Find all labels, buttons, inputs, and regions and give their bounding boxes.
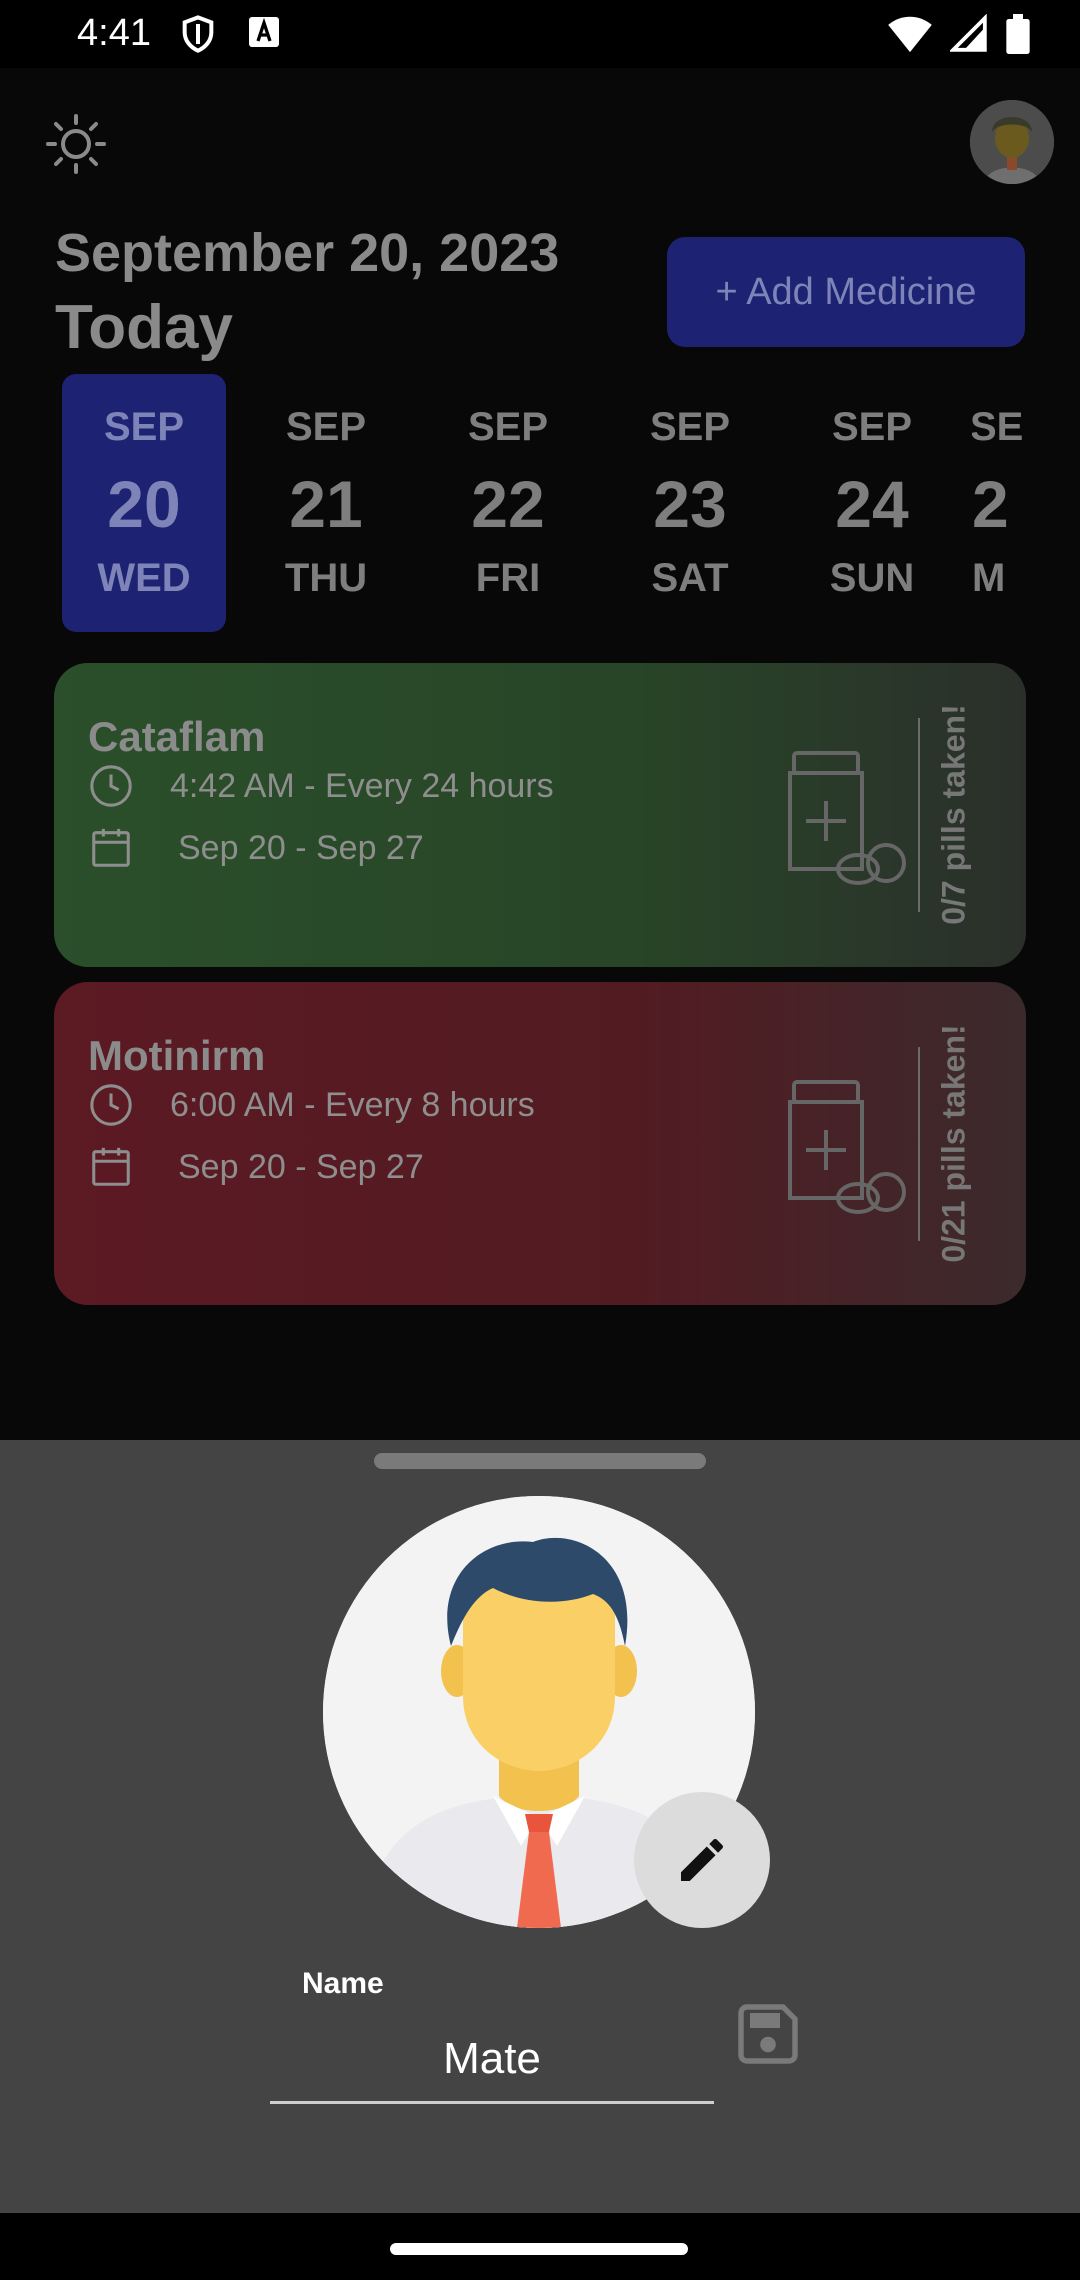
avatar-image (970, 100, 1054, 184)
medicine-date-range: Sep 20 - Sep 27 (178, 828, 424, 867)
name-input[interactable] (270, 2016, 714, 2104)
day-item-23[interactable]: SEP 23 SAT (608, 374, 772, 632)
medicine-schedule-row: 6:00 AM - Every 8 hours (88, 1082, 535, 1128)
pills-taken-status: 0/7 pills taken! (935, 704, 972, 925)
shield-icon (182, 15, 214, 53)
day-weekday: WED (97, 556, 191, 600)
day-weekday: FRI (475, 556, 541, 600)
day-month: SEP (649, 405, 731, 449)
status-time: 4:41 (77, 12, 151, 54)
medicine-range-row: Sep 20 - Sep 27 (88, 1144, 424, 1190)
status-bar: 4:41 (0, 0, 1080, 68)
day-weekday: THU (284, 556, 368, 600)
home-gesture-handle[interactable] (390, 2243, 688, 2255)
medicine-name: Motinirm (88, 1032, 266, 1079)
day-month: SEP (103, 405, 185, 449)
medicine-schedule: 6:00 AM - Every 8 hours (170, 1085, 535, 1124)
system-navigation-bar (0, 2213, 1080, 2280)
calendar-icon (92, 1147, 130, 1186)
medicine-date-range: Sep 20 - Sep 27 (178, 1147, 424, 1186)
day-month: SEP (831, 405, 913, 449)
signal-icon (950, 14, 987, 52)
day-number: 21 (289, 467, 363, 541)
medicine-card[interactable]: Motinirm 6:00 AM - Every 8 hours Sep 20 … (54, 982, 1026, 1305)
page-title: Today (55, 293, 233, 362)
day-month: SEP (285, 405, 367, 449)
avatar[interactable] (970, 100, 1054, 184)
day-weekday: SUN (829, 556, 915, 600)
save-button[interactable] (732, 1998, 804, 2070)
sun-icon (46, 114, 106, 174)
medicine-range-row: Sep 20 - Sep 27 (88, 825, 424, 871)
day-item-20[interactable]: SEP 20 WED (62, 374, 226, 632)
pill-bottle-icon (788, 751, 906, 885)
name-label: Name (302, 1967, 384, 2000)
wifi-icon (888, 16, 932, 53)
clock-icon (90, 1084, 132, 1126)
add-medicine-button[interactable]: + Add Medicine (667, 237, 1025, 347)
day-number: 2 (972, 467, 1009, 541)
save-icon (738, 2004, 798, 2064)
day-item-22[interactable]: SEP 22 FRI (426, 374, 590, 632)
day-number: 23 (653, 467, 727, 541)
day-weekday: SAT (651, 556, 729, 600)
card-divider (918, 1047, 920, 1241)
pills-taken-status: 0/21 pills taken! (935, 1024, 972, 1263)
medicine-schedule: 4:42 AM - Every 24 hours (170, 766, 554, 805)
day-number: 20 (107, 467, 181, 541)
day-month: SEP (972, 405, 1026, 449)
day-item-25[interactable]: SEP 2 M (972, 374, 1026, 632)
edit-photo-button[interactable] (634, 1792, 770, 1928)
day-number: 24 (835, 467, 909, 541)
card-divider (918, 718, 920, 912)
medicine-schedule-row: 4:42 AM - Every 24 hours (88, 763, 554, 809)
clock-icon (90, 765, 132, 807)
day-weekday: M (972, 556, 1006, 600)
medicine-name: Cataflam (88, 713, 266, 760)
pencil-icon (681, 1838, 724, 1881)
medicine-card[interactable]: Cataflam 4:42 AM - Every 24 hours Sep 20… (54, 663, 1026, 967)
day-item-24[interactable]: SEP 24 SUN (790, 374, 954, 632)
calendar-icon (92, 828, 130, 867)
date-picker-strip[interactable]: SEP 20 WED SEP 21 THU SEP 22 FRI SEP 23 … (62, 374, 1026, 632)
font-a-icon (249, 17, 279, 47)
profile-bottom-sheet: Name (0, 1440, 1080, 2213)
day-number: 22 (471, 467, 545, 541)
theme-toggle-button[interactable] (44, 112, 108, 176)
day-item-21[interactable]: SEP 21 THU (244, 374, 408, 632)
battery-icon (1006, 14, 1030, 54)
sheet-drag-handle[interactable] (374, 1453, 706, 1469)
day-month: SEP (467, 405, 549, 449)
current-date: September 20, 2023 (55, 223, 560, 283)
pill-bottle-icon (788, 1080, 906, 1214)
